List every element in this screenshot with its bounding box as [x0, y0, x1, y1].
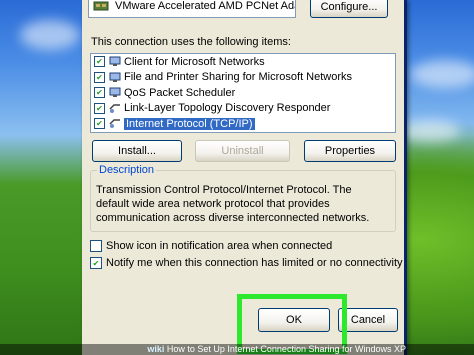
list-item[interactable]: ✔ Client for Microsoft Networks	[91, 54, 395, 70]
notify-checkbox[interactable]: ✔	[90, 257, 102, 269]
caption-text: How to Set Up Internet Connection Sharin…	[166, 344, 406, 354]
adapter-field: VMware Accelerated AMD PCNet Ada	[88, 0, 296, 18]
cloud	[20, 20, 80, 50]
protocol-icon	[109, 118, 121, 129]
item-label: Link-Layer Topology Discovery Responder	[124, 102, 331, 115]
item-checkbox[interactable]: ✔	[94, 71, 105, 83]
caption-bar: wiki How to Set Up Internet Connection S…	[0, 344, 474, 355]
topology-responder-icon	[109, 103, 121, 114]
notify-label: Notify me when this connection has limit…	[106, 257, 403, 269]
file-printer-sharing-icon	[109, 72, 121, 83]
item-checkbox[interactable]: ✔	[94, 102, 105, 114]
item-checkbox[interactable]: ✔	[94, 87, 105, 99]
install-button[interactable]: Install...	[92, 140, 182, 162]
list-item[interactable]: ✔ Link-Layer Topology Discovery Responde…	[91, 101, 395, 117]
notify-option[interactable]: ✔ Notify me when this connection has lim…	[90, 257, 403, 269]
cloud	[410, 60, 474, 88]
properties-button[interactable]: Properties	[304, 140, 396, 162]
cloud	[400, 120, 460, 142]
item-label: QoS Packet Scheduler	[124, 86, 236, 99]
item-checkbox[interactable]: ✔	[94, 118, 105, 130]
show-icon-label: Show icon in notification area when conn…	[106, 240, 333, 252]
item-label: Internet Protocol (TCP/IP)	[124, 117, 255, 130]
adapter-name: VMware Accelerated AMD PCNet Ada	[115, 0, 296, 12]
item-checkbox[interactable]: ✔	[94, 56, 105, 68]
list-item[interactable]: ✔ File and Printer Sharing for Microsoft…	[91, 70, 395, 86]
show-icon-option[interactable]: Show icon in notification area when conn…	[90, 240, 332, 252]
list-item[interactable]: ✔ QoS Packet Scheduler	[91, 85, 395, 101]
network-adapter-icon	[93, 0, 109, 12]
qos-scheduler-icon	[109, 87, 121, 98]
items-heading: This connection uses the following items…	[91, 36, 291, 48]
description-text: Transmission Control Protocol/Internet P…	[96, 184, 370, 224]
show-icon-checkbox[interactable]	[90, 240, 102, 252]
description-group: Description Transmission Control Protoco…	[90, 164, 396, 232]
item-label: File and Printer Sharing for Microsoft N…	[124, 71, 353, 84]
network-client-icon	[109, 56, 121, 67]
brand-logo: wiki	[147, 344, 165, 354]
item-label: Client for Microsoft Networks	[124, 55, 265, 68]
caption: wiki How to Set Up Internet Connection S…	[147, 344, 406, 355]
uninstall-button[interactable]: Uninstall	[195, 140, 290, 162]
cancel-button[interactable]: Cancel	[338, 308, 398, 332]
configure-button[interactable]: Configure...	[310, 0, 388, 18]
list-item-selected[interactable]: ✔ Internet Protocol (TCP/IP)	[91, 116, 395, 132]
description-heading: Description	[97, 164, 157, 176]
components-list[interactable]: ✔ Client for Microsoft Networks ✔ File a…	[90, 53, 396, 133]
